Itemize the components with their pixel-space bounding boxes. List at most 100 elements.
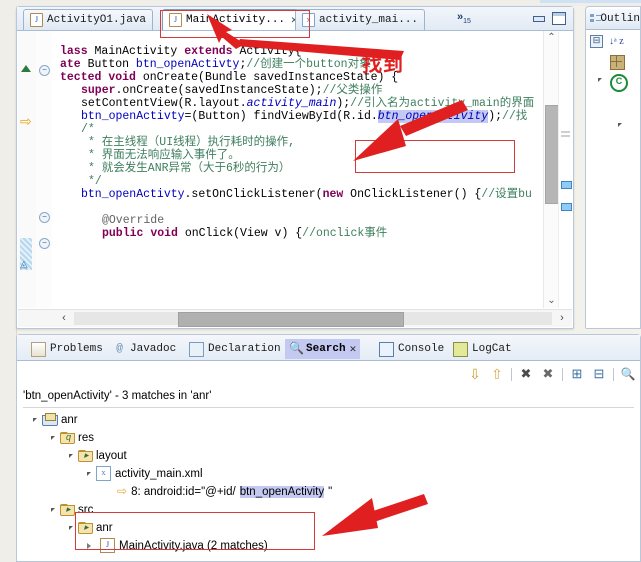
search-view: Problems @ Javadoc Declaration 🔍 Search … [16, 334, 641, 562]
scroll-left-icon[interactable]: ‹ [56, 310, 72, 327]
tree-row[interactable]: ▸ src [51, 501, 93, 518]
expand-twisty-icon[interactable] [87, 471, 91, 476]
tab-declaration[interactable]: Declaration [185, 339, 285, 359]
scroll-up-icon[interactable]: ⌃ [544, 31, 559, 45]
remove-selected-matches-button[interactable]: ✖ [518, 366, 534, 382]
expand-twisty-icon[interactable] [69, 453, 73, 458]
fold-toggle[interactable]: − [39, 65, 50, 76]
previous-match-button[interactable]: ⇧ [489, 366, 505, 382]
scroll-right-icon[interactable]: › [554, 310, 570, 327]
tree-row[interactable]: x activity_main.xml [87, 465, 203, 482]
code-line: public void onClick(View v) {//onclick事件 [102, 227, 388, 240]
editor-tab-overflow[interactable]: »15 [457, 11, 471, 25]
tree-row-label: layout [96, 449, 127, 462]
editor-tab-mainactivity[interactable]: J MainActivity... ✕ [162, 9, 305, 30]
outline-title: Outlin [600, 13, 640, 25]
folder-icon: ▸ [60, 503, 75, 516]
editor-tab-activity-main-xml[interactable]: x activity_mai... [295, 9, 426, 30]
tree-row[interactable]: ▸ anr [69, 519, 113, 536]
search-result-header: 'btn_openActivity' - 3 matches in 'anr' [23, 390, 634, 408]
tab-console[interactable]: Console [375, 339, 448, 359]
tab-problems[interactable]: Problems [27, 339, 107, 359]
xml-file-icon: x [302, 13, 315, 27]
editor-window-buttons [532, 12, 566, 25]
match-highlight: btn_openActivity [239, 485, 325, 498]
code-line: lass MainActivity extends Activity{ [60, 45, 302, 58]
overflow-count: 15 [463, 18, 471, 26]
minimize-button[interactable] [532, 12, 545, 24]
search-result-tree[interactable]: anr q res ▸ layout x activity_main.xml ⇨ 8: andr… [17, 411, 640, 561]
tree-row[interactable]: q res [51, 429, 94, 446]
collapse-twisty-icon[interactable] [87, 542, 95, 549]
javadoc-icon: @ [116, 342, 123, 355]
close-icon[interactable]: ✕ [350, 342, 357, 356]
java-file-icon: J [100, 538, 115, 553]
expand-twisty-icon[interactable] [51, 507, 55, 512]
outline-tree[interactable]: C [586, 53, 640, 328]
code-editor-text[interactable]: lass MainActivity extends Activity{ate B… [52, 31, 540, 308]
eclipse-workbench: J ActivityO1.java J MainActivity... ✕ x … [0, 0, 641, 562]
editor-horizontal-scrollbar[interactable]: ‹ › [18, 309, 572, 327]
scroll-down-icon[interactable]: ⌄ [544, 294, 559, 308]
tab-logcat[interactable]: LogCat [449, 339, 516, 359]
code-line: /* [81, 123, 95, 136]
collapse-all-button[interactable]: ⊟ [591, 366, 607, 382]
logcat-icon [453, 341, 468, 357]
fold-toggle[interactable]: − [39, 212, 50, 223]
tree-row[interactable]: ▸ layout [69, 447, 127, 464]
outline-tab[interactable]: Outlin [586, 9, 640, 30]
project-icon [42, 413, 58, 426]
match-arrow-icon: ⇨ [117, 484, 128, 498]
fold-toggle[interactable]: − [39, 238, 50, 249]
code-line: * 界面无法响应输入事件了。 [88, 149, 240, 162]
collapse-marker-icon: ◬ [20, 259, 28, 270]
editor-tab-label: ActivityO1.java [47, 14, 147, 26]
editor-pane: J ActivityO1.java J MainActivity... ✕ x … [16, 6, 574, 329]
tree-row-label: anr [96, 521, 113, 534]
java-file-icon: J [30, 13, 43, 27]
editor-overview-ruler[interactable] [558, 31, 572, 308]
tab-search[interactable]: 🔍 Search ✕ [285, 339, 361, 359]
scrollbar-thumb[interactable] [178, 312, 404, 327]
search-icon: 🔍 [289, 341, 304, 356]
tree-row[interactable]: J MainActivity.java (2 matches) [87, 537, 268, 554]
folder-icon: ▸ [78, 521, 93, 534]
folder-icon: ▸ [78, 449, 93, 462]
declaration-icon [189, 341, 204, 357]
expand-twisty-icon[interactable] [618, 123, 622, 127]
tab-javadoc[interactable]: @ Javadoc [109, 339, 180, 359]
annotation-found-label: 找到 [362, 52, 404, 76]
next-match-button[interactable]: ⇩ [467, 366, 483, 382]
remove-all-matches-button[interactable]: ✖ [540, 366, 556, 382]
tab-label: Javadoc [130, 343, 177, 355]
package-icon [610, 55, 625, 70]
tree-row[interactable]: ⇨ 8: android:id="@+id/btn_openActivity " [105, 483, 332, 500]
expand-twisty-icon[interactable] [598, 78, 602, 82]
editor-vertical-scrollbar[interactable]: ⌃ ⌄ [543, 31, 560, 308]
tree-row[interactable]: anr [33, 411, 78, 428]
tree-row-label: MainActivity.java (2 matches) [119, 539, 268, 552]
tree-row-label: 8: android:id="@+id/ [131, 485, 236, 498]
code-line: super.onCreate(savedInstanceState);//父类操… [81, 84, 383, 97]
tab-label: Console [398, 343, 445, 355]
expand-twisty-icon[interactable] [33, 417, 37, 422]
editor-tab-label: MainActivity... [186, 14, 286, 26]
expand-twisty-icon[interactable] [69, 525, 73, 530]
expand-twisty-icon[interactable] [51, 435, 55, 440]
editor-folding-column[interactable]: − − − [36, 31, 53, 308]
expand-all-button[interactable]: ⊞ [569, 366, 585, 382]
problems-icon [31, 341, 46, 357]
java-file-icon: J [169, 13, 182, 27]
tree-row-label: src [78, 503, 94, 516]
editor-gutter[interactable]: ⇨ ◬ [18, 31, 37, 308]
outline-icon [590, 13, 601, 25]
search-history-button[interactable]: 🔍 [620, 366, 636, 382]
overridden-method-marker-icon [21, 65, 31, 72]
sort-alphabetically-button[interactable]: ↓ᵃ z [609, 36, 624, 47]
editor-tab-activity01[interactable]: J ActivityO1.java [23, 9, 154, 30]
maximize-button[interactable] [552, 12, 566, 25]
editor-tab-label: activity_mai... [319, 14, 419, 26]
outline-view: Outlin ⊟ ↓ᵃ z C [585, 6, 641, 329]
collapse-all-button[interactable]: ⊟ [590, 35, 603, 48]
breakpoint-marker-icon: ⇨ [20, 113, 32, 129]
